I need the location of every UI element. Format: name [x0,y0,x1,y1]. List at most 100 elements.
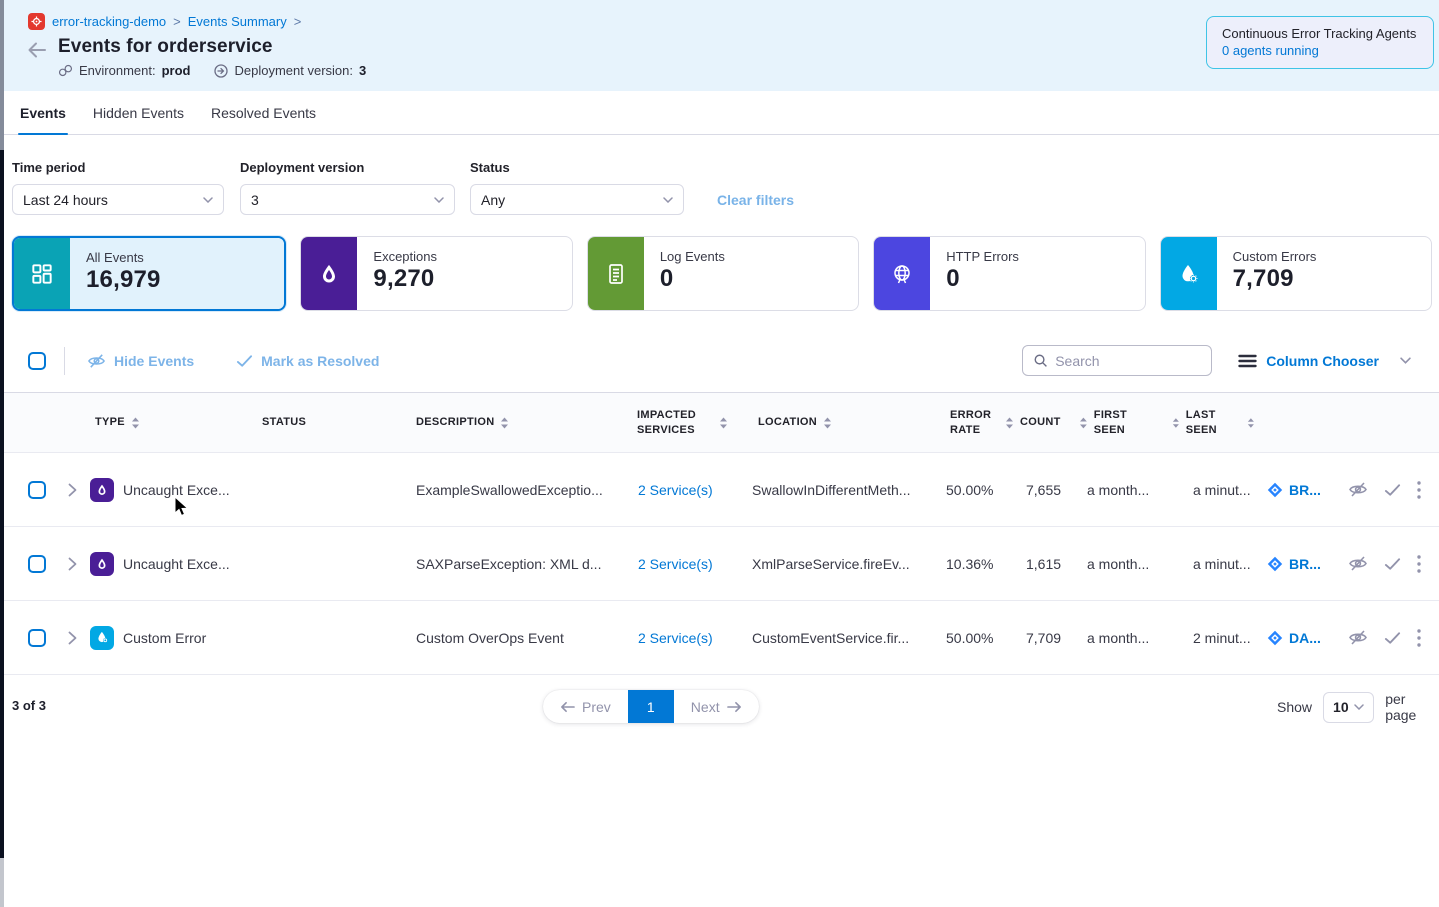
resolve-event-icon[interactable] [1384,483,1401,497]
card-custom-errors[interactable]: Custom Errors 7,709 [1160,236,1432,311]
impacted-services-link[interactable]: 2 Service(s) [638,556,713,572]
status-label: Status [470,160,684,175]
row-expander-chevron-icon[interactable] [54,557,90,571]
breadcrumb-section-link[interactable]: Events Summary [188,14,287,29]
row-expander-chevron-icon[interactable] [54,483,90,497]
column-header-first-seen[interactable]: FIRST SEEN [1065,408,1160,438]
description-cell: ExampleSwallowedExceptio... [395,482,620,498]
error-rate-cell: 50.00% [935,630,1005,646]
resolve-event-icon[interactable] [1384,631,1401,645]
row-menu-kebab-icon[interactable] [1417,629,1421,647]
globe-icon [874,237,930,310]
eye-slash-icon [87,353,106,369]
column-header-status: STATUS [240,415,395,430]
hide-event-icon[interactable] [1348,555,1368,572]
card-body: Exceptions 9,270 [357,237,571,310]
search-box[interactable] [1022,345,1212,376]
sort-icon [131,417,140,429]
resolve-event-icon[interactable] [1384,557,1401,571]
column-header-description[interactable]: DESCRIPTION [395,415,620,430]
hide-event-icon[interactable] [1348,481,1368,498]
card-http-errors[interactable]: HTTP Errors 0 [873,236,1145,311]
card-all-events[interactable]: All Events 16,979 [12,236,286,311]
tab-events[interactable]: Events [18,91,68,134]
hide-events-button[interactable]: Hide Events [87,353,194,369]
search-input[interactable] [1055,353,1185,369]
jira-diamond-icon [1267,630,1283,646]
breadcrumb-project-link[interactable]: error-tracking-demo [52,14,166,29]
arrow-left-icon [560,701,575,713]
page-size-select[interactable]: 10 [1323,692,1374,723]
bulk-actions-toolbar: Hide Events Mark as Resolved Column Choo… [28,344,1427,378]
last-seen-cell: a minut... [1160,556,1255,572]
row-checkbox[interactable] [28,481,46,499]
breadcrumb-separator: > [294,14,302,29]
row-checkbox[interactable] [28,629,46,647]
card-value: 0 [946,265,1128,293]
chevron-down-icon [663,197,673,203]
chevron-down-icon [1400,357,1411,364]
card-label: Exceptions [373,249,555,264]
column-header-impacted-services[interactable]: IMPACTED SERVICES [620,408,740,438]
row-menu-kebab-icon[interactable] [1417,481,1421,499]
table-footer: 3 of 3 Prev 1 Next Show 10 per page [0,690,1439,730]
deployment-version-icon [214,64,228,78]
row-menu-kebab-icon[interactable] [1417,555,1421,573]
breadcrumb: error-tracking-demo > Events Summary > [28,13,301,30]
table-row[interactable]: Uncaught Exce... SAXParseException: XML … [0,527,1439,601]
toolbar-divider [64,347,65,375]
flame-icon [301,237,357,310]
deployment-version-select[interactable]: 3 [240,184,455,215]
check-icon [236,354,253,368]
jira-diamond-icon [1267,482,1283,498]
card-value: 0 [660,265,842,293]
prev-page-button[interactable]: Prev [543,690,628,723]
card-exceptions[interactable]: Exceptions 9,270 [300,236,572,311]
column-header-count[interactable]: COUNT [1005,415,1065,430]
last-seen-cell: 2 minut... [1160,630,1255,646]
jira-diamond-icon [1267,556,1283,572]
clear-filters-button[interactable]: Clear filters [717,192,794,208]
column-header-type[interactable]: TYPE [90,415,240,430]
status-select[interactable]: Any [470,184,684,215]
table-row[interactable]: Uncaught Exce... ExampleSwallowedExcepti… [0,453,1439,527]
row-checkbox[interactable] [28,555,46,573]
location-cell: SwallowInDifferentMeth... [740,482,935,498]
sort-icon [823,417,832,429]
impacted-services-link[interactable]: 2 Service(s) [638,630,713,646]
column-header-error-rate[interactable]: ERROR RATE [935,408,1005,438]
ticket-link[interactable]: DA... [1267,630,1330,646]
next-page-button[interactable]: Next [674,690,759,723]
ticket-link[interactable]: BR... [1267,556,1330,572]
row-expander-chevron-icon[interactable] [54,631,90,645]
hide-event-icon[interactable] [1348,629,1368,646]
pagination: Prev 1 Next [543,690,759,723]
collapsed-sidebar-edge[interactable] [0,0,4,907]
time-period-select[interactable]: Last 24 hours [12,184,224,215]
column-header-last-seen[interactable]: LAST SEEN [1160,408,1255,438]
page-title: Events for orderservice [58,36,273,58]
chevron-down-icon [434,197,444,203]
environment-label: Environment: [79,63,156,78]
card-label: Custom Errors [1233,249,1415,264]
event-type-label: Custom Error [123,630,206,646]
impacted-services-link[interactable]: 2 Service(s) [638,482,713,498]
select-all-checkbox[interactable] [28,352,46,370]
filter-time-period: Time period Last 24 hours [12,160,224,215]
count-cell: 7,709 [1005,630,1065,646]
column-chooser-button[interactable]: Column Chooser [1238,353,1411,369]
table-row[interactable]: Custom Error Custom OverOps Event 2 Serv… [0,601,1439,675]
column-header-location[interactable]: LOCATION [740,415,935,430]
agents-running-link[interactable]: 0 agents running [1222,43,1418,58]
mark-resolved-button[interactable]: Mark as Resolved [236,353,379,369]
page-number-button[interactable]: 1 [628,690,674,723]
show-label: Show [1277,699,1312,715]
back-arrow-icon[interactable] [26,39,48,61]
count-cell: 7,655 [1005,482,1065,498]
deployment-version-label: Deployment version [240,160,455,175]
card-log-events[interactable]: Log Events 0 [587,236,859,311]
tab-resolved-events[interactable]: Resolved Events [209,91,318,134]
ticket-link[interactable]: BR... [1267,482,1330,498]
sort-icon [719,417,728,429]
tab-hidden-events[interactable]: Hidden Events [91,91,186,134]
